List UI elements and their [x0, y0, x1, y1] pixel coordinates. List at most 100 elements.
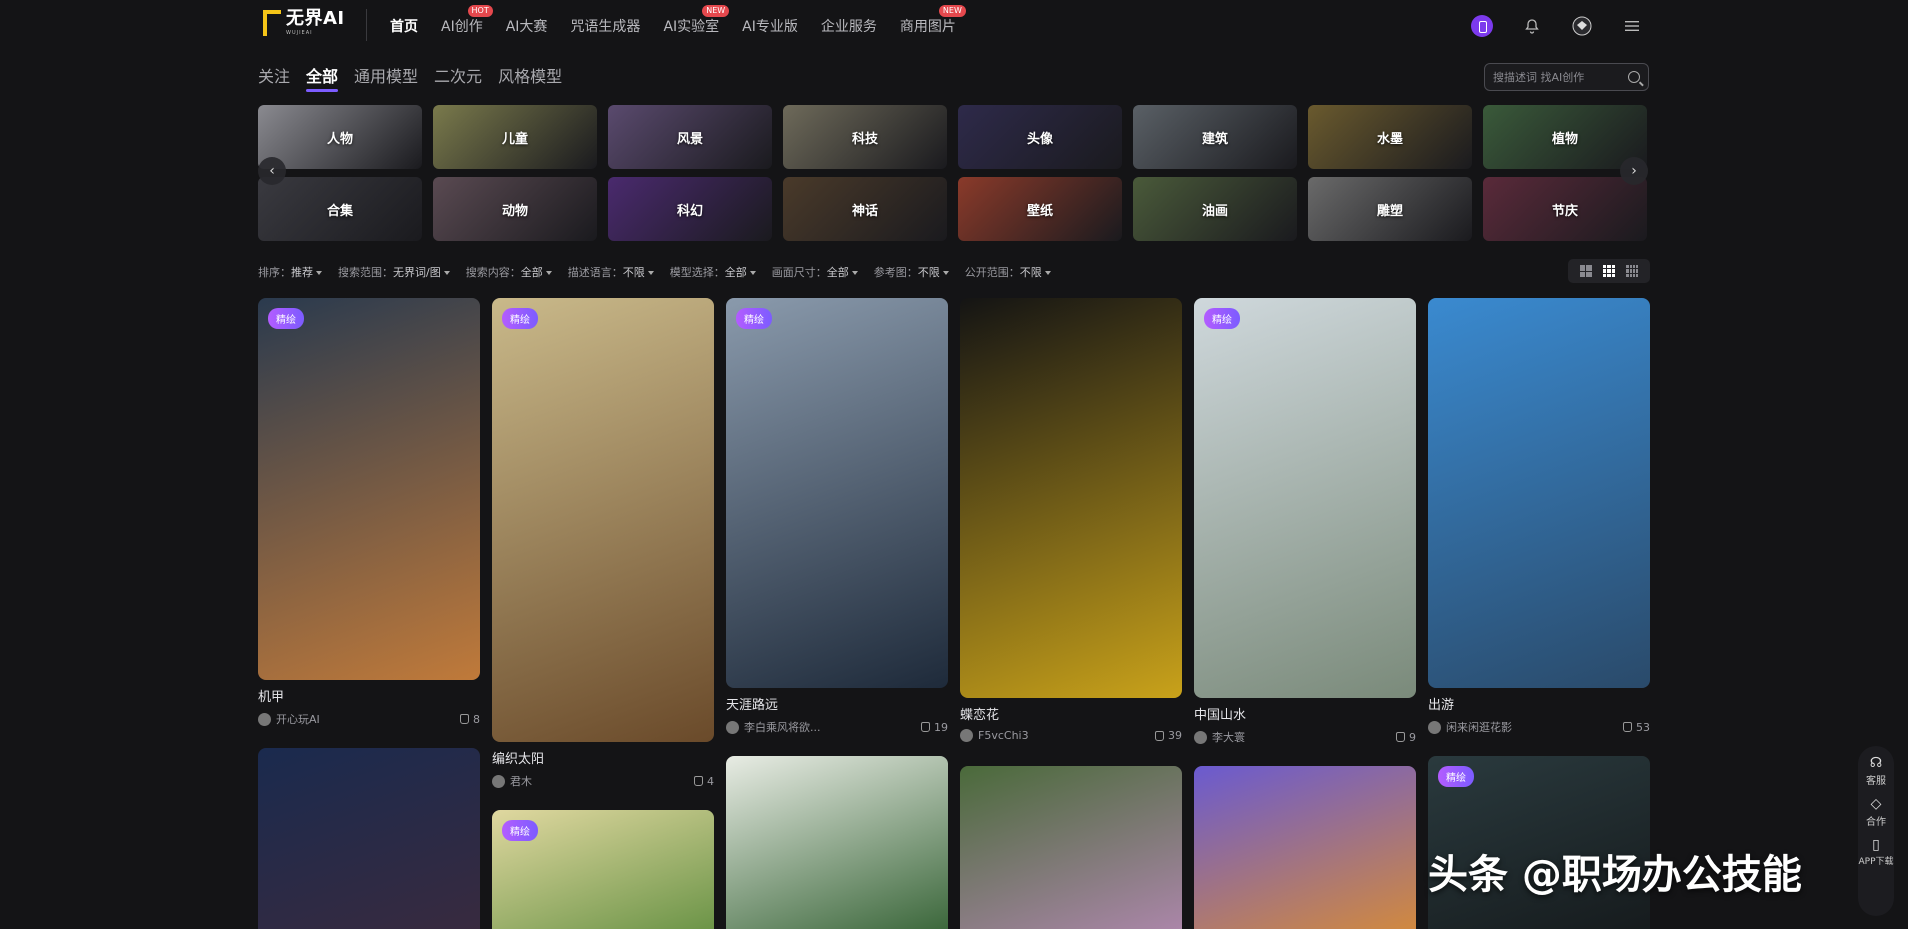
artwork-title[interactable]: 编织太阳 — [492, 748, 714, 767]
nav-ai-contest[interactable]: AI大赛 — [506, 16, 548, 36]
like-button[interactable]: 53 — [1623, 721, 1650, 734]
artwork-image[interactable]: 精绘 — [1194, 298, 1416, 698]
category-tile[interactable]: 科技 — [783, 105, 947, 169]
tab-all[interactable]: 全部 — [306, 63, 339, 92]
grid-large-icon[interactable] — [1579, 265, 1592, 277]
menu-button[interactable] — [1620, 14, 1644, 38]
category-tile[interactable]: 神话 — [783, 177, 947, 241]
category-tile[interactable]: 壁纸 — [958, 177, 1122, 241]
tab-anime[interactable]: 二次元 — [434, 63, 482, 92]
author[interactable]: 闲来闲逛花影 — [1428, 719, 1512, 735]
artwork-image[interactable] — [1428, 298, 1650, 688]
filter-dropdown[interactable]: 参考图：不限 — [874, 264, 949, 280]
artwork-card[interactable]: 蝶恋花 F5vcChi3 39 — [960, 298, 1182, 742]
author[interactable]: F5vcChi3 — [960, 729, 1029, 742]
artwork-card[interactable] — [258, 748, 480, 929]
view-toggle — [1568, 259, 1650, 283]
category-tile[interactable]: 合集 — [258, 177, 422, 241]
artwork-image[interactable] — [960, 298, 1182, 698]
like-button[interactable]: 39 — [1155, 729, 1182, 742]
nav-prompt-generator[interactable]: 咒语生成器 — [570, 16, 640, 36]
nav-ai-create[interactable]: AI创作 HOT — [441, 5, 493, 36]
category-tile[interactable]: 科幻 — [608, 177, 772, 241]
cooperation-button[interactable]: ◇ 合作 — [1866, 797, 1886, 828]
like-button[interactable]: 19 — [921, 721, 948, 734]
thumbs-up-icon — [694, 776, 703, 786]
search-icon[interactable] — [1628, 71, 1640, 83]
artwork-card[interactable]: 精绘编织太阳君木 4 — [492, 298, 714, 789]
filter-dropdown[interactable]: 模型选择：全部 — [670, 264, 756, 280]
category-tile[interactable]: 油画 — [1133, 177, 1297, 241]
category-tile[interactable]: 儿童 — [433, 105, 597, 169]
artwork-title[interactable]: 蝶恋花 — [960, 704, 1182, 723]
artwork-card[interactable] — [960, 766, 1182, 929]
notification-button[interactable] — [1520, 14, 1544, 38]
artwork-image[interactable] — [1194, 766, 1416, 929]
like-button[interactable]: 4 — [694, 775, 714, 788]
site-logo[interactable]: 无界AI WUJIEAI — [260, 8, 345, 38]
category-prev-button[interactable]: ‹ — [258, 157, 286, 185]
category-tile[interactable]: 植物 — [1483, 105, 1647, 169]
like-button[interactable]: 8 — [460, 713, 480, 726]
artwork-card[interactable]: 精绘中国山水李大寰 9 — [1194, 298, 1416, 745]
artwork-title[interactable]: 中国山水 — [1194, 704, 1416, 723]
artwork-image[interactable]: 精绘 — [492, 298, 714, 742]
like-count: 53 — [1636, 720, 1650, 734]
author[interactable]: 李白乘风将欲... — [726, 719, 821, 735]
grid-medium-icon[interactable] — [1602, 265, 1615, 277]
artwork-image[interactable] — [726, 756, 948, 929]
grid-small-icon[interactable] — [1626, 265, 1639, 277]
category-tile[interactable]: 节庆 — [1483, 177, 1647, 241]
filter-dropdown[interactable]: 描述语言：不限 — [568, 264, 654, 280]
filter-dropdown[interactable]: 画面尺寸：全部 — [772, 264, 858, 280]
filter-value: 全部 — [724, 266, 747, 279]
category-tile[interactable]: 头像 — [958, 105, 1122, 169]
customer-service-button[interactable]: ☊ 客服 — [1866, 756, 1886, 787]
artwork-title[interactable]: 天涯路远 — [726, 694, 948, 713]
headset-icon: ☊ — [1869, 755, 1883, 771]
artwork-title[interactable]: 机甲 — [258, 686, 480, 705]
filter-dropdown[interactable]: 排序：推荐 — [258, 264, 322, 280]
mobile-app-button[interactable] — [1470, 14, 1494, 38]
nav-label: AI创作 — [441, 19, 483, 35]
author[interactable]: 开心玩AI — [258, 711, 320, 727]
category-label: 科幻 — [676, 203, 703, 219]
category-next-button[interactable]: › — [1620, 157, 1648, 185]
category-tile[interactable]: 雕塑 — [1308, 177, 1472, 241]
artwork-image[interactable] — [258, 748, 480, 929]
artwork-card[interactable]: 精绘天涯路远李白乘风将欲... 19 — [726, 298, 948, 735]
chevron-down-icon — [942, 271, 949, 275]
app-download-button[interactable]: ▯ APP下载 — [1858, 838, 1893, 867]
artwork-image[interactable]: 精绘 — [726, 298, 948, 688]
artwork-card[interactable]: 精绘机甲开心玩AI 8 — [258, 298, 480, 727]
nav-enterprise[interactable]: 企业服务 — [821, 16, 877, 36]
category-tile[interactable]: 风景 — [608, 105, 772, 169]
tab-following[interactable]: 关注 — [258, 63, 290, 92]
tab-style-model[interactable]: 风格模型 — [498, 63, 562, 92]
nav-home[interactable]: 首页 — [390, 16, 418, 36]
category-tile[interactable]: 建筑 — [1133, 105, 1297, 169]
category-tile[interactable]: 动物 — [433, 177, 597, 241]
artwork-card[interactable]: 出游闲来闲逛花影 53 — [1428, 298, 1650, 735]
artwork-title[interactable]: 出游 — [1428, 694, 1650, 713]
author[interactable]: 李大寰 — [1194, 729, 1245, 745]
author[interactable]: 君木 — [492, 773, 532, 789]
category-tile[interactable]: 水墨 — [1308, 105, 1472, 169]
tab-general-model[interactable]: 通用模型 — [354, 63, 418, 92]
artwork-image[interactable] — [960, 766, 1182, 929]
nav-ai-lab[interactable]: AI实验室 NEW — [663, 5, 730, 36]
user-avatar-button[interactable] — [1570, 14, 1594, 38]
artwork-card[interactable]: 精绘 — [492, 810, 714, 929]
filter-dropdown[interactable]: 搜索范围：无界词/图 — [338, 264, 450, 280]
like-button[interactable]: 9 — [1396, 731, 1416, 744]
artwork-card[interactable] — [1194, 766, 1416, 929]
artwork-image[interactable]: 精绘 — [258, 298, 480, 680]
filter-dropdown[interactable]: 公开范围：不限 — [965, 264, 1051, 280]
nav-commercial-images[interactable]: 商用图片 NEW — [900, 5, 966, 36]
artwork-card[interactable] — [726, 756, 948, 929]
nav-ai-pro[interactable]: AI专业版 — [742, 16, 798, 36]
search-input[interactable] — [1493, 70, 1621, 84]
filter-dropdown[interactable]: 搜索内容：全部 — [466, 264, 552, 280]
category-tile[interactable]: 人物 — [258, 105, 422, 169]
artwork-image[interactable]: 精绘 — [492, 810, 714, 929]
